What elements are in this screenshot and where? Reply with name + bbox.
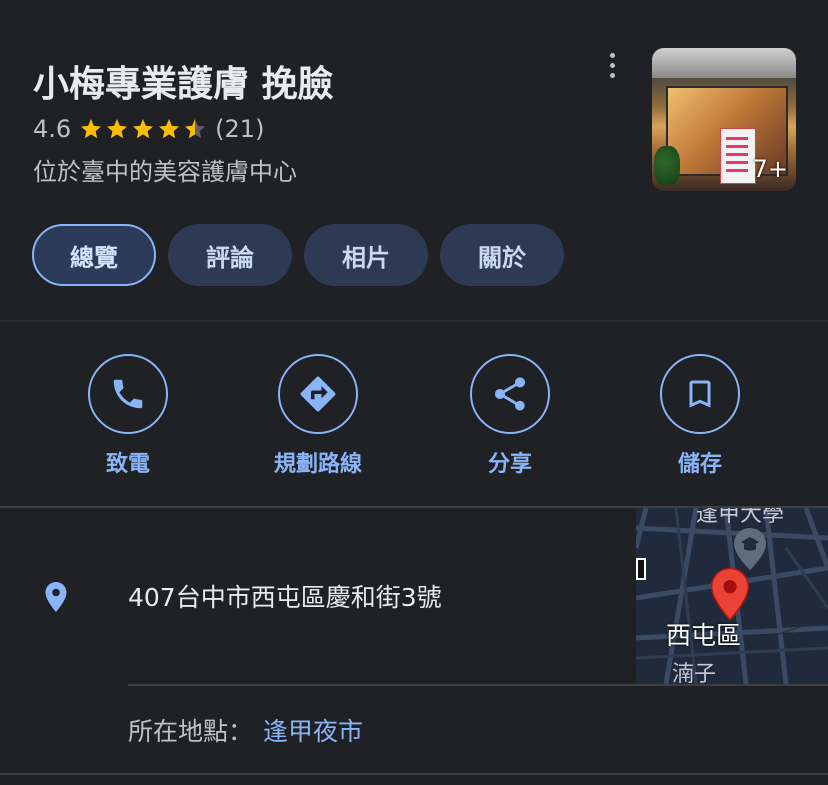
- tab-bar: 總覽 評論 相片 關於: [32, 224, 564, 286]
- directions-icon: [300, 376, 336, 412]
- divider: [0, 773, 828, 775]
- more-options-icon[interactable]: [598, 48, 626, 82]
- map-thumbnail[interactable]: 逢甲大學 西屯區 湳子: [636, 508, 828, 684]
- located-in-row[interactable]: 所在地點： 逢甲夜市: [128, 712, 363, 748]
- located-in-link[interactable]: 逢甲夜市: [263, 717, 363, 746]
- place-title: 小梅專業護膚 挽臉: [33, 64, 334, 105]
- map-top-label: 逢甲大學: [696, 508, 785, 527]
- place-photo[interactable]: 7+: [652, 48, 796, 191]
- directions-button[interactable]: 規劃路線: [238, 354, 398, 478]
- bookmark-icon: [689, 380, 711, 408]
- map-district-label: 西屯區: [666, 621, 742, 650]
- directions-label: 規劃路線: [273, 452, 362, 477]
- save-button[interactable]: 儲存: [620, 354, 780, 478]
- share-button[interactable]: 分享: [430, 354, 590, 478]
- photo-count: 7+: [752, 155, 788, 183]
- map-area-label: 湳子: [672, 662, 717, 684]
- call-button[interactable]: 致電: [48, 354, 208, 478]
- place-category: 位於臺中的美容護膚中心: [33, 158, 297, 186]
- phone-icon: [113, 379, 143, 409]
- location-pin-icon: [45, 582, 67, 612]
- action-bar: 致電 規劃路線 分享 儲存: [0, 322, 828, 506]
- call-label: 致電: [105, 452, 150, 477]
- star-icon: [159, 119, 180, 139]
- star-icon: [107, 119, 128, 139]
- share-icon: [495, 377, 525, 411]
- address-row[interactable]: 407台中市西屯區慶和街3號: [0, 508, 636, 684]
- rating-row[interactable]: 4.6 (21): [33, 113, 264, 145]
- rating-value: 4.6: [33, 115, 72, 143]
- star-icon: [133, 119, 154, 139]
- place-marker-icon: [710, 567, 750, 621]
- save-label: 儲存: [677, 452, 722, 477]
- star-rating: [79, 117, 209, 141]
- address-text: 407台中市西屯區慶和街3號: [128, 583, 442, 612]
- review-count: (21): [215, 115, 265, 143]
- star-icon: [81, 119, 102, 139]
- tab-photos[interactable]: 相片: [304, 224, 428, 286]
- half-star-icon: [185, 119, 206, 139]
- share-label: 分享: [487, 452, 532, 477]
- tab-reviews[interactable]: 評論: [168, 224, 292, 286]
- place-header: 小梅專業護膚 挽臉 4.6 (21) 位於臺中的美容護膚中心 7+ 總覽 評論 …: [0, 0, 828, 320]
- divider: [128, 684, 828, 686]
- tab-overview[interactable]: 總覽: [32, 224, 156, 286]
- tab-about[interactable]: 關於: [440, 224, 564, 286]
- located-in-label: 所在地點：: [128, 717, 254, 746]
